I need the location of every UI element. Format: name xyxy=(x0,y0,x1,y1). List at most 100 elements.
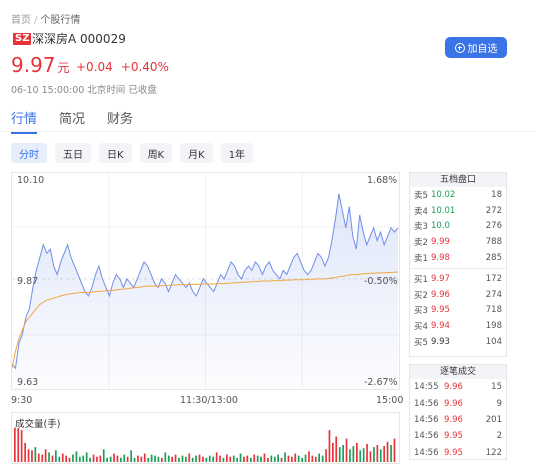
order-book-divider xyxy=(410,267,506,269)
volume-bar xyxy=(55,450,57,462)
volume-bar xyxy=(137,455,139,462)
volume-bar xyxy=(236,457,238,463)
order-book-row: 卖3 10.0 276 xyxy=(410,219,506,235)
volume-bar xyxy=(143,453,146,462)
tick-time: 14:56 xyxy=(414,398,439,409)
order-book-row: 买3 9.95 718 xyxy=(410,303,506,319)
volume-bar xyxy=(14,428,16,462)
volume-bar xyxy=(246,455,249,462)
breadcrumb-current: 个股行情 xyxy=(40,15,81,26)
order-volume: 18 xyxy=(491,189,502,200)
volume-bar xyxy=(109,456,112,462)
order-level-label: 卖2 xyxy=(414,238,428,249)
order-book-row: 卖1 9.98 285 xyxy=(410,250,506,266)
current-price: 9.97 元 xyxy=(11,53,70,77)
volume-bar xyxy=(178,457,180,463)
order-book: 五档盘口 卖5 10.02 18 卖4 10.01 272 卖3 10.0 276 卖2 9.99 7… xyxy=(409,172,507,357)
volume-bar xyxy=(325,449,327,463)
exchange-badge: SZ xyxy=(13,33,32,45)
order-price: 9.96 xyxy=(431,289,450,300)
volume-bar xyxy=(349,449,351,463)
tick-volume: 9 xyxy=(496,398,502,409)
tick-time: 14:56 xyxy=(414,431,439,442)
volume-bar xyxy=(383,446,385,462)
volume-bar xyxy=(318,453,320,462)
order-book-row: 卖5 10.02 18 xyxy=(410,187,506,203)
period-weekly-k[interactable]: 周K xyxy=(139,143,173,163)
period-monthly-k[interactable]: 月K xyxy=(180,143,213,163)
volume-bar xyxy=(133,457,136,463)
volume-bar xyxy=(195,455,197,462)
volume-bar xyxy=(219,455,221,462)
tabs-divider xyxy=(0,131,536,132)
volume-bar xyxy=(352,446,355,462)
tick-row: 14:56 9.95 2 xyxy=(410,428,506,444)
order-level-label: 买5 xyxy=(414,338,428,349)
order-volume: 788 xyxy=(485,237,502,248)
volume-bar xyxy=(161,457,163,463)
volume-bar xyxy=(116,455,119,462)
tick-price: 9.96 xyxy=(444,398,463,409)
tick-time: 14:55 xyxy=(414,382,439,393)
add-watchlist-button[interactable]: 加自选 xyxy=(445,37,507,58)
change-percent: +0.40% xyxy=(120,60,169,74)
volume-bar xyxy=(82,455,85,462)
volume-bar xyxy=(393,438,396,462)
breadcrumb-home[interactable]: 首页 xyxy=(11,15,31,26)
volume-bar xyxy=(157,456,160,462)
time-label-midday: 11:30/13:00 xyxy=(180,395,238,406)
volume-bar xyxy=(96,456,98,462)
order-volume: 285 xyxy=(485,253,502,264)
order-book-asks: 卖5 10.02 18 卖4 10.01 272 卖3 10.0 276 卖2 9.99 788 卖1 9… xyxy=(410,187,506,266)
volume-bar xyxy=(92,454,95,462)
volume-bar xyxy=(232,455,235,462)
time-label-close: 15:00 xyxy=(376,395,404,406)
order-level-label: 买4 xyxy=(414,322,428,333)
order-volume: 274 xyxy=(485,289,502,300)
volume-bar xyxy=(369,451,372,462)
time-label-open: 9:30 xyxy=(11,395,33,406)
tick-trades-title: 逐笔成交 xyxy=(410,365,506,379)
order-price: 10.02 xyxy=(431,189,456,200)
volume-bar xyxy=(390,445,392,462)
order-price: 9.94 xyxy=(431,321,450,332)
volume-bar xyxy=(113,453,115,462)
volume-bar xyxy=(335,436,338,462)
period-five-day[interactable]: 五日 xyxy=(55,143,91,163)
volume-bar xyxy=(198,454,201,462)
order-level-label: 卖5 xyxy=(414,190,428,201)
intraday-chart[interactable] xyxy=(11,172,400,390)
volume-bar xyxy=(106,457,108,463)
volume-bar xyxy=(362,448,365,462)
add-watchlist-label: 加自选 xyxy=(467,44,498,55)
period-one-year[interactable]: 1年 xyxy=(220,143,254,163)
order-price: 9.99 xyxy=(431,237,450,248)
tick-price: 9.96 xyxy=(444,382,463,393)
order-volume: 718 xyxy=(485,305,502,316)
price-change: +0.04 +0.40% xyxy=(76,60,169,74)
order-book-row: 买2 9.96 274 xyxy=(410,287,506,303)
volume-bar xyxy=(37,453,40,462)
order-price: 10.01 xyxy=(431,205,456,216)
volume-bar xyxy=(20,430,23,462)
plus-circle-icon xyxy=(454,42,465,53)
volume-bar xyxy=(345,438,348,462)
volume-bar xyxy=(226,454,228,462)
tick-price: 9.95 xyxy=(444,431,463,442)
order-volume: 198 xyxy=(485,321,502,332)
period-daily-k[interactable]: 日K xyxy=(99,143,132,163)
order-book-bids: 买1 9.97 172 买2 9.96 274 买3 9.95 718 买4 9.94 198 买5 9.… xyxy=(410,271,506,350)
period-intraday[interactable]: 分时 xyxy=(11,143,47,163)
tick-trades: 逐笔成交 14:55 9.96 15 14:56 9.96 9 14:56 9.96 201 14… xyxy=(409,364,507,460)
quote-time-status: 06-10 15:00:00 北京时间 已收盘 xyxy=(11,85,157,96)
volume-title: 成交量(手) xyxy=(15,419,61,430)
breadcrumb: 首页 / 个股行情 xyxy=(11,11,80,26)
volume-bar xyxy=(253,454,256,462)
volume-bar xyxy=(328,430,331,462)
volume-bar xyxy=(243,456,245,462)
intraday-chart-svg xyxy=(12,173,399,389)
volume-bar xyxy=(140,456,143,462)
period-selector: 分时 五日 日K 周K 月K 1年 xyxy=(11,143,254,163)
volume-bar xyxy=(376,445,379,462)
volume-bar xyxy=(41,454,44,462)
